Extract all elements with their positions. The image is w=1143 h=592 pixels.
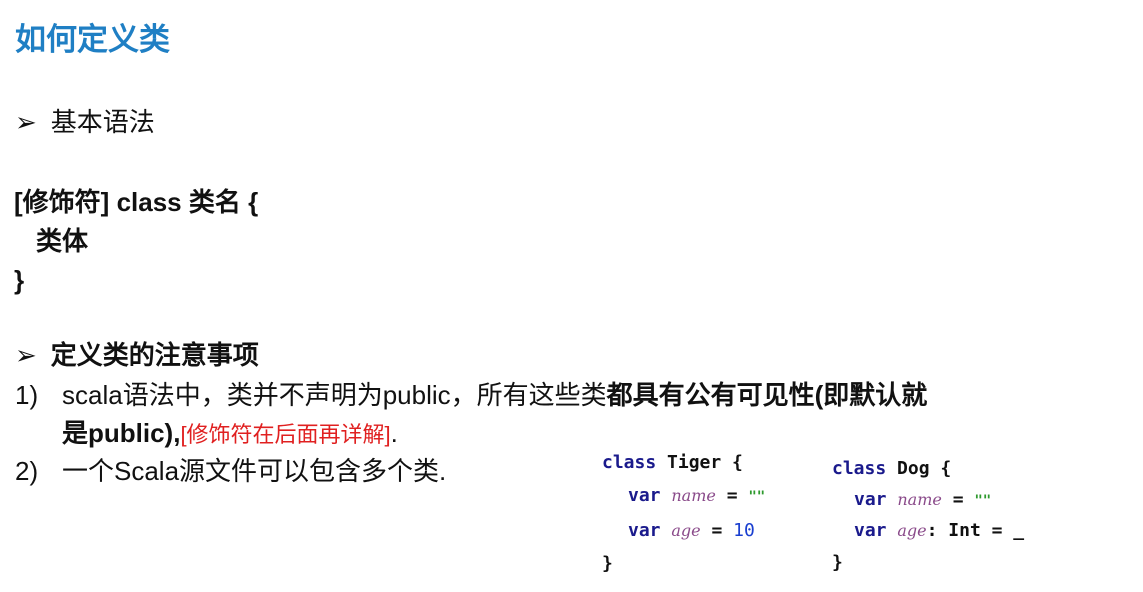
class-name-text: 类名 { xyxy=(188,187,259,217)
page-title: 如何定义类 xyxy=(15,22,170,57)
bullet-arrow-icon: ➢ xyxy=(15,340,37,370)
section-basic-syntax: ➢ 基本语法 xyxy=(15,107,155,137)
code-text: = xyxy=(711,520,723,541)
code-text: } xyxy=(832,552,843,573)
code-text: : Int = _ xyxy=(926,520,1025,541)
keyword: var xyxy=(854,520,887,541)
item-number: 1) xyxy=(15,380,39,410)
section-label: 基本语法 xyxy=(50,107,155,137)
identifier: age xyxy=(671,521,701,540)
string-literal: "" xyxy=(748,489,766,505)
code-text: Dog { xyxy=(897,458,952,479)
code-text: } xyxy=(602,553,613,574)
string-literal: "" xyxy=(974,493,992,509)
keyword: class xyxy=(832,458,887,479)
section-notes: ➢ 定义类的注意事项 xyxy=(15,340,259,370)
identifier: name xyxy=(897,490,942,509)
modifier-text: [修饰符] xyxy=(14,187,110,217)
keyword: var xyxy=(854,489,887,510)
identifier: name xyxy=(671,486,716,505)
item-text: 一个Scala源文件可以包含多个类. xyxy=(62,456,447,486)
list-item-1: 1) scala语法中，类并不声明为public，所有这些类都具有公有可见性(即默… xyxy=(15,380,927,410)
number-literal: 10 xyxy=(733,520,755,541)
code-sample-tiger: class Tiger { var name = "" var age = 10… xyxy=(602,446,765,580)
code-text: = xyxy=(952,489,964,510)
item-number: 2) xyxy=(15,456,39,486)
keyword: var xyxy=(628,520,661,541)
item-text: . xyxy=(390,418,398,448)
syntax-line-3: } xyxy=(14,265,25,295)
identifier: age xyxy=(897,521,927,540)
keyword: var xyxy=(628,485,661,506)
code-sample-dog: class Dog { var name = "" var age: Int =… xyxy=(832,452,1024,579)
keyword: class xyxy=(602,452,657,473)
syntax-line-2: 类体 xyxy=(36,226,89,256)
list-item-1-continued: 是public),[修饰符在后面再详解]. xyxy=(62,418,398,450)
list-item-2: 2) 一个Scala源文件可以包含多个类. xyxy=(15,456,446,486)
bullet-arrow-icon: ➢ xyxy=(15,107,37,137)
syntax-line-1: [修饰符] class 类名 { xyxy=(14,187,258,217)
item-text-bold: 是public), xyxy=(62,418,181,448)
code-text: Tiger { xyxy=(667,452,743,473)
item-text-bold: 都具有公有可见性(即默认就 xyxy=(606,380,928,410)
class-keyword: class xyxy=(116,187,182,217)
item-text: scala语法中，类并不声明为public，所有这些类 xyxy=(62,380,607,410)
item-note-red: [修饰符在后面再详解] xyxy=(180,422,391,447)
section-label: 定义类的注意事项 xyxy=(50,340,259,370)
code-text: = xyxy=(726,485,738,506)
